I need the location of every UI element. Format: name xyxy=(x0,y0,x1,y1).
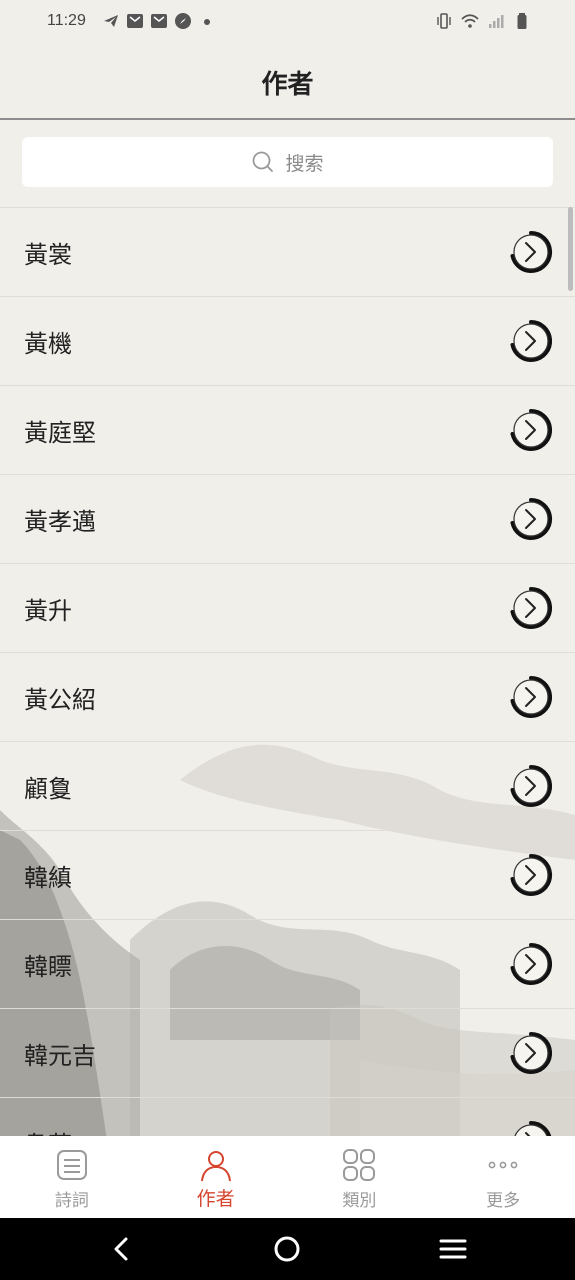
mail-icon xyxy=(151,14,167,28)
tab-more[interactable]: 更多 xyxy=(431,1136,575,1218)
chevron-right-icon xyxy=(510,230,553,273)
document-icon xyxy=(56,1150,87,1180)
author-name: 韓瞟 xyxy=(24,952,72,981)
menu-icon[interactable] xyxy=(438,1234,468,1264)
chevron-right-icon xyxy=(514,1120,552,1136)
notification-icons xyxy=(102,12,216,30)
chevron-right-icon xyxy=(510,586,553,629)
author-list-item[interactable]: 韓元吉 xyxy=(0,1008,575,1097)
author-name: 黃升 xyxy=(24,596,72,625)
tab-label: 更多 xyxy=(486,1191,521,1211)
system-nav-bar xyxy=(0,1218,575,1280)
author-list-item[interactable]: 黃升 xyxy=(0,563,575,652)
tab-categories[interactable]: 類別 xyxy=(288,1136,432,1218)
home-icon[interactable] xyxy=(272,1234,302,1264)
chevron-right-icon xyxy=(510,319,553,362)
tab-label: 類別 xyxy=(342,1191,377,1211)
author-name: 韓元吉 xyxy=(24,1041,96,1070)
search-input[interactable]: 搜索 xyxy=(22,137,553,187)
dot-icon xyxy=(204,19,210,25)
tab-label: 詩詞 xyxy=(54,1191,89,1211)
scrollbar[interactable] xyxy=(568,207,573,291)
author-list-item[interactable]: 顧敻 xyxy=(0,741,575,830)
author-list-item[interactable]: 韓縝 xyxy=(0,830,575,919)
tab-label: 作者 xyxy=(196,1188,235,1210)
system-icons xyxy=(435,12,531,30)
author-list-item[interactable]: 黃孝邁 xyxy=(0,474,575,563)
status-bar: 11:29 xyxy=(0,0,575,46)
chevron-right-icon xyxy=(510,942,553,985)
page-title: 作者 xyxy=(261,70,314,100)
grid-icon xyxy=(343,1149,376,1181)
author-name: 韋莊 xyxy=(24,1125,72,1137)
person-icon xyxy=(200,1151,231,1182)
tab-authors[interactable]: 作者 xyxy=(144,1136,288,1218)
author-name: 黃裳 xyxy=(24,240,72,269)
author-list-item[interactable]: 韋莊 xyxy=(0,1097,575,1136)
author-name: 黃公紹 xyxy=(24,685,96,714)
header: 作者 xyxy=(0,46,575,120)
chevron-right-icon xyxy=(510,1031,553,1074)
author-list-item[interactable]: 黃庭堅 xyxy=(0,385,575,474)
author-list-item[interactable]: 黃公紹 xyxy=(0,652,575,741)
chevron-right-icon xyxy=(510,497,553,540)
search-icon xyxy=(253,151,274,172)
compass-icon xyxy=(175,13,191,29)
more-icon xyxy=(488,1161,518,1169)
author-name: 顧敻 xyxy=(24,774,72,803)
chevron-right-icon xyxy=(510,764,553,807)
signal-icon xyxy=(489,15,504,28)
chevron-right-icon xyxy=(510,853,553,896)
author-list-item[interactable]: 韓瞟 xyxy=(0,919,575,1008)
telegram-icon xyxy=(104,15,118,27)
wifi-icon xyxy=(461,14,479,28)
author-name: 黃機 xyxy=(24,329,72,358)
author-list-item[interactable]: 黃裳 xyxy=(0,207,575,296)
app-screen: 11:29 作者 搜索 黃裳黃機黃庭堅黃孝邁黃升黃公紹顧敻韓縝韓瞟韓元吉韋莊 xyxy=(0,0,575,1280)
mail-icon xyxy=(127,14,143,28)
author-name: 黃庭堅 xyxy=(24,418,96,447)
back-icon[interactable] xyxy=(107,1234,137,1264)
author-list-item[interactable]: 黃機 xyxy=(0,296,575,385)
search-placeholder: 搜索 xyxy=(285,152,324,175)
battery-icon xyxy=(517,13,527,29)
status-time: 11:29 xyxy=(47,12,86,29)
author-list[interactable]: 黃裳黃機黃庭堅黃孝邁黃升黃公紹顧敻韓縝韓瞟韓元吉韋莊 xyxy=(0,207,575,1136)
author-name: 韓縝 xyxy=(24,863,72,892)
chevron-right-icon xyxy=(510,408,553,451)
chevron-right-icon xyxy=(510,675,553,718)
author-name: 黃孝邁 xyxy=(24,507,96,536)
vibrate-icon xyxy=(437,13,451,29)
tab-poems[interactable]: 詩詞 xyxy=(0,1136,144,1218)
tab-bar: 詩詞 作者 類別 更多 xyxy=(0,1136,575,1218)
